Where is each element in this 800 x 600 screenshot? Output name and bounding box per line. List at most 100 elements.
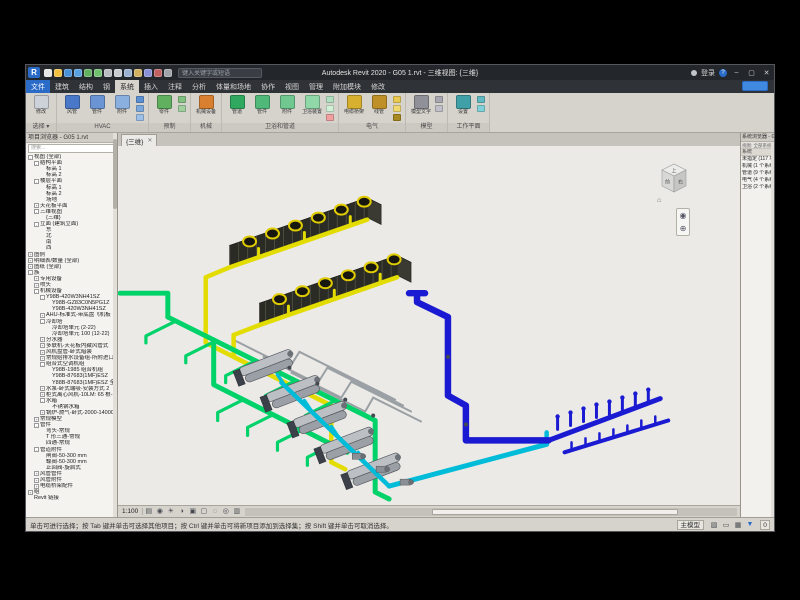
viewcube-home-icon[interactable]: ⌂ bbox=[657, 197, 661, 204]
tree-expand-icon[interactable]: + bbox=[34, 276, 39, 281]
system-browser-row[interactable]: 机械 (1 个系统) bbox=[741, 163, 774, 170]
selection-count-badge[interactable]: 0 bbox=[760, 520, 770, 530]
active-workset-select[interactable]: 主模型 bbox=[677, 520, 705, 530]
browser-scrollbar[interactable] bbox=[113, 133, 117, 517]
tag-by-category-icon[interactable] bbox=[134, 69, 142, 77]
drawing-area[interactable]: 上 前 右 ⌂ ◉⊕ bbox=[118, 146, 740, 505]
viewcube-top-label[interactable]: 上 bbox=[671, 168, 676, 175]
revit-logo[interactable]: R bbox=[28, 67, 40, 78]
account-icon[interactable] bbox=[691, 70, 697, 76]
app-menu-icon[interactable] bbox=[44, 69, 52, 77]
ribbon-tab-体量和场地[interactable]: 体量和场地 bbox=[211, 80, 256, 93]
ribbon-display-toggle-icon[interactable] bbox=[742, 81, 768, 91]
tree-expand-icon[interactable]: + bbox=[40, 386, 45, 391]
view-tab-3d[interactable]: {三维} ✕ bbox=[121, 134, 157, 146]
tree-expand-icon[interactable]: + bbox=[40, 343, 45, 348]
ribbon-tab-文件[interactable]: 文件 bbox=[26, 80, 50, 93]
tree-expand-icon[interactable]: + bbox=[40, 410, 45, 415]
fabrication-settings-icon[interactable] bbox=[178, 105, 186, 112]
ribbon-tab-结构[interactable]: 结构 bbox=[74, 80, 98, 93]
ribbon-tab-修改[interactable]: 修改 bbox=[366, 80, 390, 93]
viewcube-right-label[interactable]: 右 bbox=[678, 179, 683, 186]
crop-view-icon[interactable]: ▣ bbox=[187, 506, 198, 517]
ribbon-tab-协作[interactable]: 协作 bbox=[256, 80, 280, 93]
tree-expand-icon[interactable]: + bbox=[28, 258, 33, 263]
reveal-hidden-elements-icon[interactable]: ◎ bbox=[220, 506, 231, 517]
tree-expand-icon[interactable]: - bbox=[40, 295, 45, 300]
ribbon-tab-附加模块[interactable]: 附加模块 bbox=[328, 80, 366, 93]
pipe-button[interactable]: 管道 bbox=[226, 95, 248, 116]
system-browser-row[interactable]: 未指定 (117 项) bbox=[741, 156, 774, 163]
print-icon[interactable] bbox=[104, 69, 112, 77]
system-browser-row[interactable]: 管道 (9 个系统) bbox=[741, 170, 774, 177]
viewcube[interactable]: 上 前 右 ⌂ bbox=[654, 160, 694, 204]
tree-expand-icon[interactable]: - bbox=[34, 161, 39, 166]
tree-expand-icon[interactable]: + bbox=[28, 264, 33, 269]
system-browser-row[interactable]: 卫浴 (2 个系统) bbox=[741, 184, 774, 191]
restore-button[interactable]: ▢ bbox=[746, 69, 757, 77]
electrical-equipment-icon[interactable] bbox=[393, 114, 401, 121]
steering-wheel-icon[interactable]: ◉ bbox=[680, 211, 687, 220]
tree-expand-icon[interactable]: + bbox=[34, 203, 39, 208]
shadows-icon[interactable]: ◑ bbox=[176, 506, 187, 517]
multi-point-routing-icon[interactable] bbox=[178, 96, 186, 103]
flex-duct-icon[interactable] bbox=[136, 96, 144, 103]
temporary-view-properties-icon[interactable]: ▥ bbox=[231, 506, 242, 517]
tree-expand-icon[interactable]: + bbox=[40, 350, 45, 355]
visual-style-icon[interactable]: ◉ bbox=[154, 506, 165, 517]
mechanical-equipment-button[interactable]: 机械设备 bbox=[195, 95, 217, 116]
ribbon-tab-分析[interactable]: 分析 bbox=[187, 80, 211, 93]
design-options-icon[interactable]: ▭ bbox=[721, 521, 731, 529]
detail-level-icon[interactable]: ▤ bbox=[143, 506, 154, 517]
ribbon-tab-系统[interactable]: 系统 bbox=[115, 80, 139, 93]
tree-expand-icon[interactable]: - bbox=[40, 319, 45, 324]
ribbon-tab-注释[interactable]: 注释 bbox=[163, 80, 187, 93]
modify-select-button[interactable]: 修改 bbox=[30, 95, 52, 116]
show-work-plane-icon[interactable] bbox=[477, 96, 485, 103]
view-scale-button[interactable]: 1:100 bbox=[118, 508, 143, 515]
tree-expand-icon[interactable]: - bbox=[28, 155, 33, 160]
pipe-placeholder-icon[interactable] bbox=[326, 105, 334, 112]
tree-expand-icon[interactable]: + bbox=[34, 478, 39, 483]
conduit-button[interactable]: 线管 bbox=[368, 95, 390, 116]
air-terminal-icon[interactable] bbox=[136, 114, 144, 121]
system-browser-scrollbar[interactable] bbox=[771, 142, 774, 517]
ribbon-tab-钢[interactable]: 钢 bbox=[98, 80, 115, 93]
section-icon[interactable] bbox=[154, 69, 162, 77]
duct-fitting-button[interactable]: 管件 bbox=[86, 95, 108, 116]
tree-expand-icon[interactable]: + bbox=[34, 471, 39, 476]
ribbon-tab-视图[interactable]: 视图 bbox=[280, 80, 304, 93]
viewcube-front-label[interactable]: 前 bbox=[665, 179, 670, 186]
tree-expand-icon[interactable]: + bbox=[34, 417, 39, 422]
tree-expand-icon[interactable]: - bbox=[40, 362, 45, 367]
measure-icon[interactable] bbox=[114, 69, 122, 77]
minimize-button[interactable]: – bbox=[731, 69, 742, 76]
ribbon-tab-建筑[interactable]: 建筑 bbox=[50, 80, 74, 93]
conduit-fitting-icon[interactable] bbox=[393, 105, 401, 112]
model-text-button[interactable]: 模型文字 bbox=[410, 95, 432, 116]
pipe-accessory-button[interactable]: 附件 bbox=[276, 95, 298, 116]
plumbing-fixture-button[interactable]: 卫浴装置 bbox=[301, 95, 323, 116]
duct-button[interactable]: 风管 bbox=[61, 95, 83, 116]
project-browser-title[interactable]: 项目浏览器 - G05 1.rvt bbox=[26, 133, 117, 143]
editable-only-toggle-icon[interactable]: ▦ bbox=[733, 521, 743, 529]
cable-tray-fitting-icon[interactable] bbox=[393, 96, 401, 103]
default-3d-view-icon[interactable] bbox=[144, 69, 152, 77]
close-button[interactable]: ✕ bbox=[761, 69, 772, 77]
system-browser-toolbar[interactable]: 视图: 全部系统 bbox=[741, 142, 774, 149]
tree-expand-icon[interactable]: - bbox=[34, 447, 39, 452]
sync-with-central-icon[interactable] bbox=[74, 69, 82, 77]
tree-expand-icon[interactable]: + bbox=[40, 392, 45, 397]
aligned-dimension-icon[interactable] bbox=[124, 69, 132, 77]
ribbon-tab-插入[interactable]: 插入 bbox=[139, 80, 163, 93]
infocenter-search-input[interactable]: 键入关键字或短语 bbox=[178, 68, 262, 78]
selection-filter-icon[interactable]: ▼ bbox=[745, 521, 755, 528]
help-icon[interactable]: ? bbox=[719, 69, 727, 77]
thin-lines-icon[interactable] bbox=[164, 69, 172, 77]
tree-expand-icon[interactable]: + bbox=[40, 337, 45, 342]
pipe-fitting-button[interactable]: 管件 bbox=[251, 95, 273, 116]
model-group-icon[interactable] bbox=[435, 105, 443, 112]
browser-item[interactable]: +柜式离心风机-10LM: 65 根-100-171 CMH bbox=[26, 392, 117, 398]
duct-accessory-button[interactable]: 附件 bbox=[111, 95, 133, 116]
system-browser-column-header[interactable]: 系统 bbox=[741, 149, 774, 156]
